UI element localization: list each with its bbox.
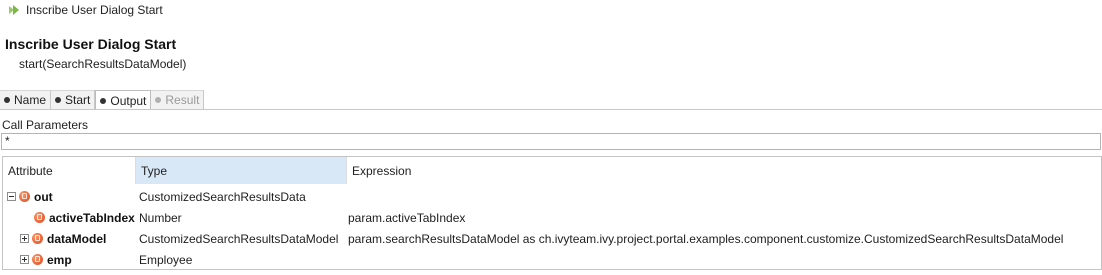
tab-bar: Name Start Output Result — [0, 90, 205, 110]
start-signature: start(SearchResultsDataModel) — [19, 57, 187, 71]
tab-label: Output — [110, 93, 147, 108]
attribute-icon — [32, 233, 43, 244]
tab-start[interactable]: Start — [51, 90, 96, 109]
table-row[interactable]: activeTabIndex Number param.activeTabInd… — [3, 207, 1102, 228]
tab-output-icon — [100, 97, 107, 104]
attribute-icon — [32, 254, 43, 265]
tab-label: Result — [165, 93, 200, 107]
attribute-cell: dataModel — [3, 228, 153, 249]
tab-start-icon — [55, 97, 62, 103]
tab-result[interactable]: Result — [151, 90, 205, 109]
tab-output[interactable]: Output — [95, 90, 152, 110]
table-row[interactable]: dataModel CustomizedSearchResultsDataMod… — [3, 228, 1102, 249]
expression-cell[interactable]: param.activeTabIndex — [348, 207, 465, 228]
tab-result-icon — [155, 97, 162, 103]
collapse-toggle-icon[interactable] — [7, 192, 16, 201]
attribute-icon — [34, 212, 45, 223]
table-row[interactable]: emp Employee — [3, 249, 1102, 270]
window-title: Inscribe User Dialog Start — [26, 3, 163, 17]
tab-name[interactable]: Name — [0, 90, 52, 109]
type-cell: Employee — [139, 252, 193, 267]
tab-name-icon — [4, 97, 10, 103]
process-start-icon — [9, 5, 19, 15]
table-row[interactable]: out CustomizedSearchResultsData — [3, 186, 1102, 207]
expand-toggle-icon[interactable] — [20, 234, 29, 243]
type-cell: CustomizedSearchResultsData — [139, 189, 306, 204]
attribute-cell: emp — [3, 249, 153, 270]
attribute-cell: out — [3, 186, 140, 207]
page-title: Inscribe User Dialog Start — [5, 36, 177, 52]
output-mapping-table: Attribute Type Expression out Customized… — [2, 156, 1102, 270]
column-header-type[interactable]: Type — [136, 157, 347, 184]
attribute-icon — [19, 191, 30, 202]
call-parameters-field[interactable]: * — [1, 133, 1101, 150]
window-titlebar: Inscribe User Dialog Start — [0, 0, 1102, 20]
tab-label: Start — [65, 93, 91, 107]
call-parameters-label: Call Parameters — [2, 118, 89, 132]
table-header: Attribute Type Expression — [3, 157, 1102, 184]
expand-toggle-icon[interactable] — [20, 255, 29, 264]
column-header-expression[interactable]: Expression — [347, 157, 1102, 184]
attribute-name: emp — [47, 252, 72, 267]
attribute-name: out — [34, 189, 53, 204]
tab-label: Name — [14, 93, 47, 107]
attribute-name: activeTabIndex — [49, 210, 135, 225]
column-header-attribute[interactable]: Attribute — [3, 157, 136, 184]
type-cell: Number — [139, 210, 182, 225]
tab-divider — [0, 109, 1102, 110]
type-cell: CustomizedSearchResultsDataModel — [139, 231, 339, 246]
attribute-name: dataModel — [47, 231, 107, 246]
expression-cell[interactable]: param.searchResultsDataModel as ch.ivyte… — [348, 228, 1063, 249]
